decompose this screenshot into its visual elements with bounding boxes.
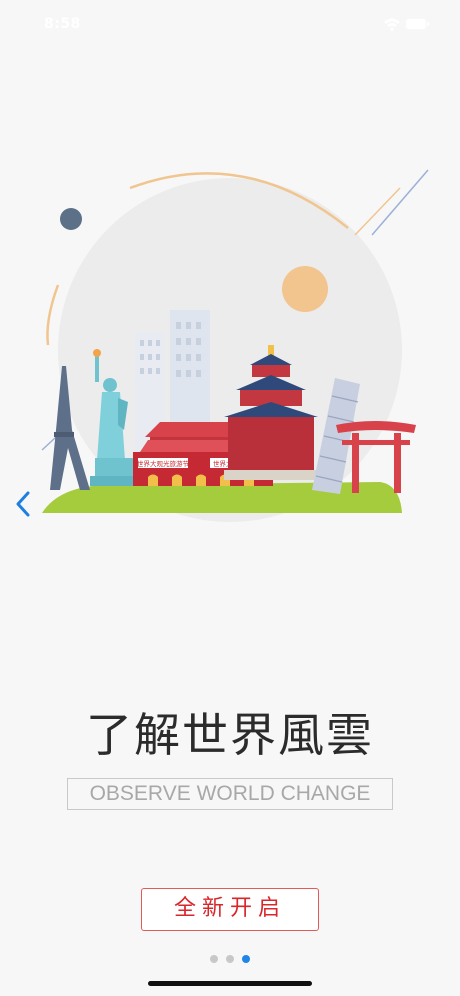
dark-circle [60, 208, 82, 230]
home-indicator[interactable] [148, 981, 312, 986]
orange-arc-left [46, 284, 60, 346]
page-subtitle: OBSERVE WORLD CHANGE [67, 778, 393, 810]
status-time: 8:58 [44, 16, 81, 32]
diagonal-line-blue [371, 169, 429, 236]
page-dot-active[interactable] [242, 955, 250, 963]
start-button[interactable]: 全新开启 [141, 888, 319, 931]
hero-illustration: 世界大观光旅游节 世界大观光旅游节 [41, 169, 429, 522]
ground-hill [42, 482, 402, 513]
sun-circle [282, 266, 328, 312]
page-dot[interactable] [226, 955, 234, 963]
status-bar: 8:58 [0, 0, 460, 48]
page-dot[interactable] [210, 955, 218, 963]
page-indicator [0, 955, 460, 965]
status-icons [384, 18, 429, 31]
page-title: 了解世界風雲 [86, 708, 374, 762]
battery-icon [406, 19, 429, 29]
back-arrow-icon[interactable] [12, 490, 34, 518]
wifi-icon [384, 18, 400, 31]
banner-left-text: 世界大观光旅游节 [137, 459, 190, 468]
